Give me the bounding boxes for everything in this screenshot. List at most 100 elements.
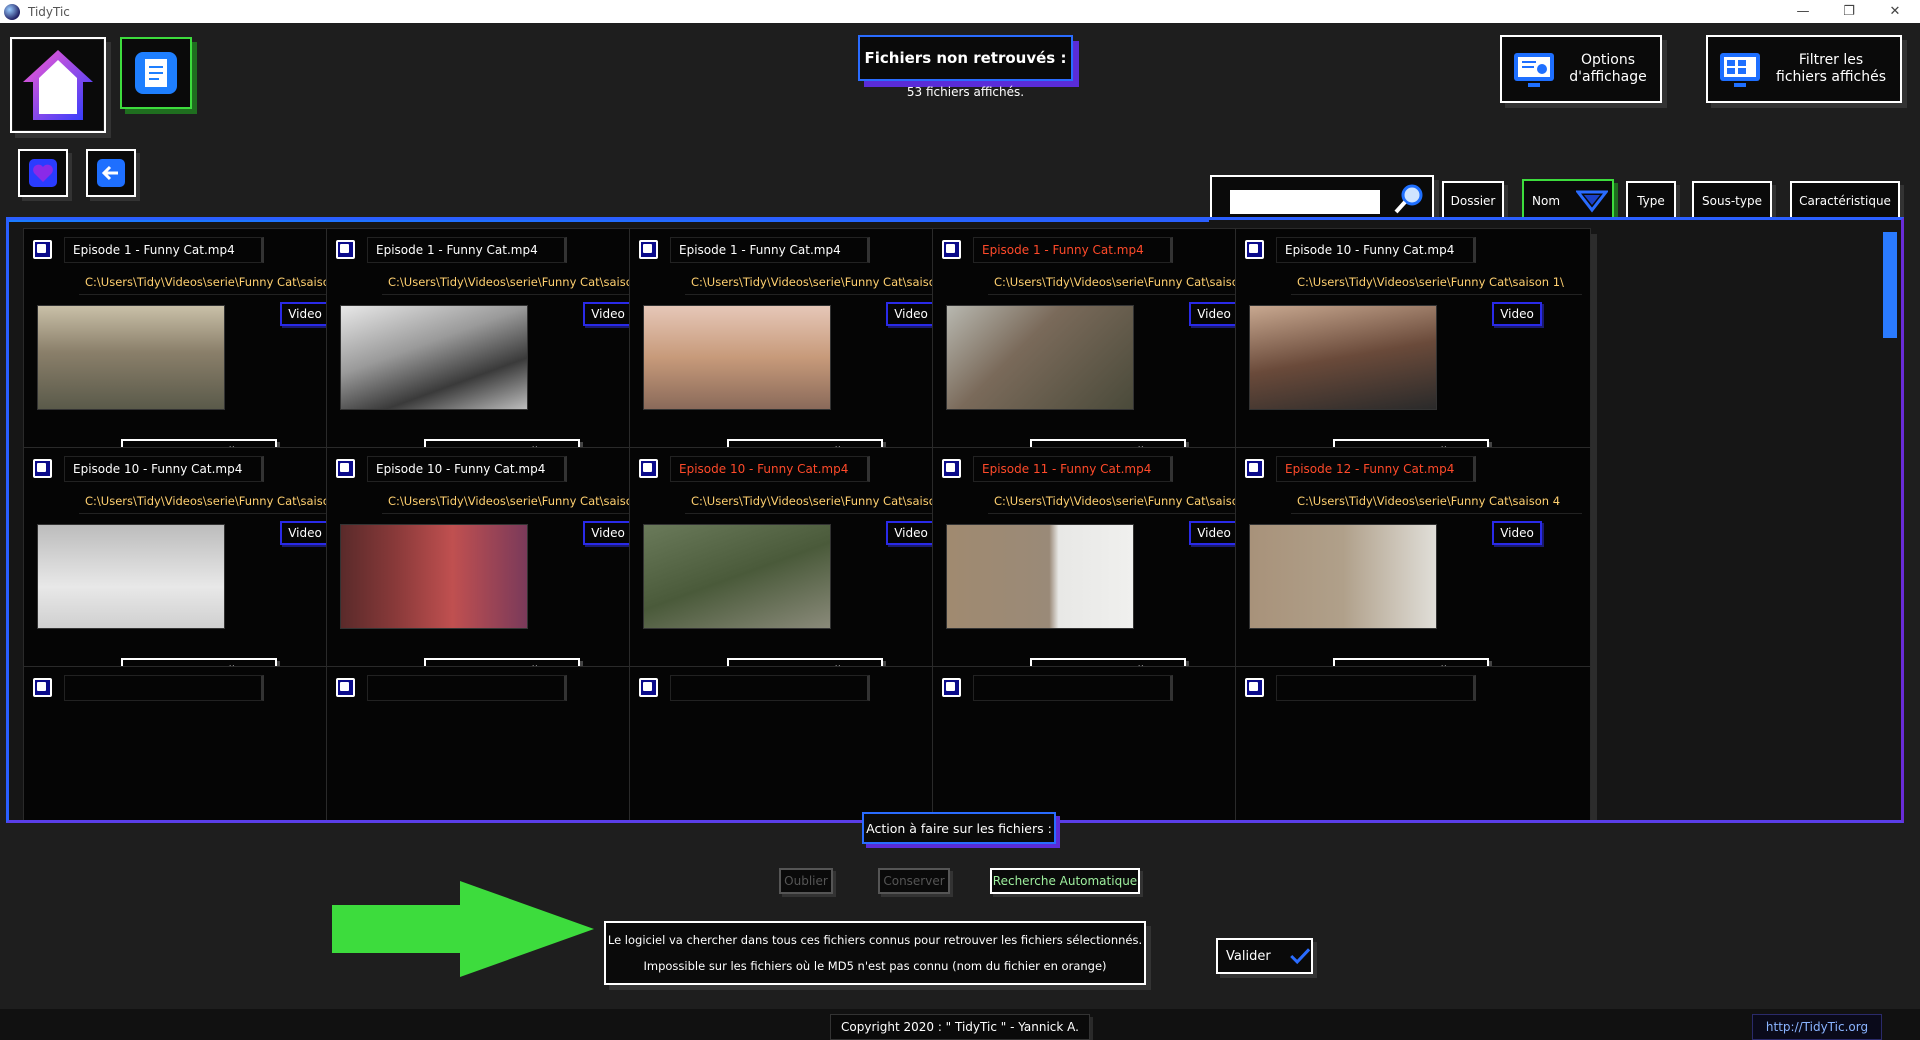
file-card: Episode 10 - Funny Cat.mp4 C:\Users\Tidy\… — [1235, 228, 1591, 478]
video-thumbnail — [643, 524, 831, 629]
minimize-button[interactable]: — — [1780, 0, 1826, 23]
settings-screen-icon — [1514, 53, 1554, 87]
info-box: Le logiciel va chercher dans tous ces fi… — [604, 921, 1146, 985]
type-badge: Video — [1492, 521, 1542, 545]
select-checkbox[interactable] — [639, 240, 658, 259]
type-badge: Video — [886, 521, 936, 545]
select-checkbox[interactable] — [336, 678, 355, 697]
actions-title: Action à faire sur les fichiers : — [862, 812, 1056, 844]
select-checkbox[interactable] — [336, 459, 355, 478]
maximize-button[interactable]: ❐ — [1826, 0, 1872, 23]
website-link[interactable]: http://TidyTic.org — [1752, 1014, 1882, 1040]
arrow-right-icon — [332, 881, 594, 977]
file-name — [1276, 675, 1476, 701]
select-checkbox[interactable] — [33, 459, 52, 478]
video-thumbnail — [37, 305, 225, 410]
search-icon[interactable] — [1392, 182, 1426, 216]
info-line-1: Le logiciel va chercher dans tous ces fi… — [607, 933, 1143, 947]
file-path: C:\Users\Tidy\Videos\serie\Funny Cat\sai… — [1291, 269, 1582, 295]
file-name: Episode 1 - Funny Cat.mp4 — [670, 237, 870, 263]
forget-button[interactable]: Oublier — [779, 868, 833, 894]
display-options-button[interactable]: Options d'affichage — [1500, 35, 1662, 103]
select-checkbox[interactable] — [336, 240, 355, 259]
select-checkbox[interactable] — [1245, 459, 1264, 478]
checkmark-icon — [1289, 948, 1310, 965]
type-badge: Video — [886, 302, 936, 326]
sort-folder-button[interactable]: Dossier — [1442, 181, 1504, 221]
scrollbar-thumb[interactable] — [1883, 232, 1897, 338]
file-name: Episode 1 - Funny Cat.mp4 — [973, 237, 1173, 263]
file-name: Episode 10 - Funny Cat.mp4 — [367, 456, 567, 482]
select-checkbox[interactable] — [33, 678, 52, 697]
select-checkbox[interactable] — [1245, 678, 1264, 697]
sort-subtype-button[interactable]: Sous-type — [1692, 181, 1772, 221]
video-thumbnail — [1249, 524, 1437, 629]
app-icon — [4, 3, 20, 20]
video-thumbnail — [340, 524, 528, 629]
heart-icon — [29, 159, 57, 187]
display-options-label-2: d'affichage — [1569, 69, 1647, 85]
window-titlebar: TidyTic — ❐ ✕ — [0, 0, 1920, 23]
auto-search-button[interactable]: Recherche Automatique — [990, 868, 1140, 894]
panel-accent-line — [9, 220, 1209, 222]
file-card: Episode 12 - Funny Cat.mp4 C:\Users\Tidy\… — [1235, 447, 1591, 697]
validate-button[interactable]: Valider — [1216, 938, 1313, 974]
type-badge: Video — [583, 302, 633, 326]
video-thumbnail — [1249, 305, 1437, 410]
search-input[interactable] — [1230, 190, 1380, 214]
info-line-2: Impossible sur les fichiers où le MD5 n'… — [643, 959, 1107, 973]
arrow-left-icon — [97, 159, 125, 187]
file-name — [670, 675, 870, 701]
select-checkbox[interactable] — [942, 240, 961, 259]
type-badge: Video — [1189, 521, 1239, 545]
select-checkbox[interactable] — [639, 678, 658, 697]
back-button[interactable] — [86, 149, 136, 197]
select-checkbox[interactable] — [942, 678, 961, 697]
files-count: 53 fichiers affichés. — [906, 85, 1025, 99]
document-icon — [135, 52, 177, 94]
video-thumbnail — [340, 305, 528, 410]
copyright: Copyright 2020 : " TidyTic " - Yannick A… — [830, 1014, 1090, 1040]
page-title-text: Fichiers non retrouvés : — [864, 49, 1067, 67]
sort-feature-button[interactable]: Caractéristique — [1790, 181, 1900, 221]
favorites-button[interactable] — [18, 149, 68, 197]
home-button[interactable] — [10, 37, 106, 133]
type-badge: Video — [280, 521, 330, 545]
file-card — [1235, 666, 1591, 820]
close-button[interactable]: ✕ — [1872, 0, 1918, 23]
type-badge: Video — [280, 302, 330, 326]
search-box — [1210, 175, 1434, 221]
file-name — [973, 675, 1173, 701]
documents-button[interactable] — [120, 37, 192, 109]
select-checkbox[interactable] — [942, 459, 961, 478]
chevron-down-icon — [1576, 190, 1609, 213]
sort-type-button[interactable]: Type — [1626, 181, 1676, 221]
file-name: Episode 1 - Funny Cat.mp4 — [367, 237, 567, 263]
sort-name-label: Nom — [1532, 194, 1561, 208]
video-thumbnail — [946, 524, 1134, 629]
select-checkbox[interactable] — [33, 240, 52, 259]
select-checkbox[interactable] — [1245, 240, 1264, 259]
filter-screen-icon — [1720, 53, 1760, 87]
file-name: Episode 12 - Funny Cat.mp4 — [1276, 456, 1476, 482]
video-thumbnail — [643, 305, 831, 410]
file-name: Episode 10 - Funny Cat.mp4 — [1276, 237, 1476, 263]
app-body: Fichiers non retrouvés : 53 fichiers aff… — [0, 23, 1920, 1040]
type-badge: Video — [1189, 302, 1239, 326]
file-name: Episode 11 - Funny Cat.mp4 — [973, 456, 1173, 482]
filter-files-label-2: fichiers affichés — [1776, 69, 1886, 85]
file-path: C:\Users\Tidy\Videos\serie\Funny Cat\sai… — [1291, 488, 1582, 514]
filter-files-button[interactable]: Filtrer les fichiers affichés — [1706, 35, 1902, 103]
select-checkbox[interactable] — [639, 459, 658, 478]
file-name — [367, 675, 567, 701]
page-title: Fichiers non retrouvés : — [858, 35, 1073, 81]
keep-button[interactable]: Conserver — [878, 868, 950, 894]
files-grid: Episode 1 - Funny Cat.mp4 C:\Users\Tidy\V… — [6, 217, 1904, 823]
video-thumbnail — [946, 305, 1134, 410]
type-badge: Video — [1492, 302, 1542, 326]
file-name: Episode 1 - Funny Cat.mp4 — [64, 237, 264, 263]
filter-files-label-1: Filtrer les — [1798, 51, 1864, 68]
file-name: Episode 10 - Funny Cat.mp4 — [64, 456, 264, 482]
validate-label: Valider — [1226, 948, 1271, 964]
display-options-label-1: Options — [1580, 51, 1636, 68]
